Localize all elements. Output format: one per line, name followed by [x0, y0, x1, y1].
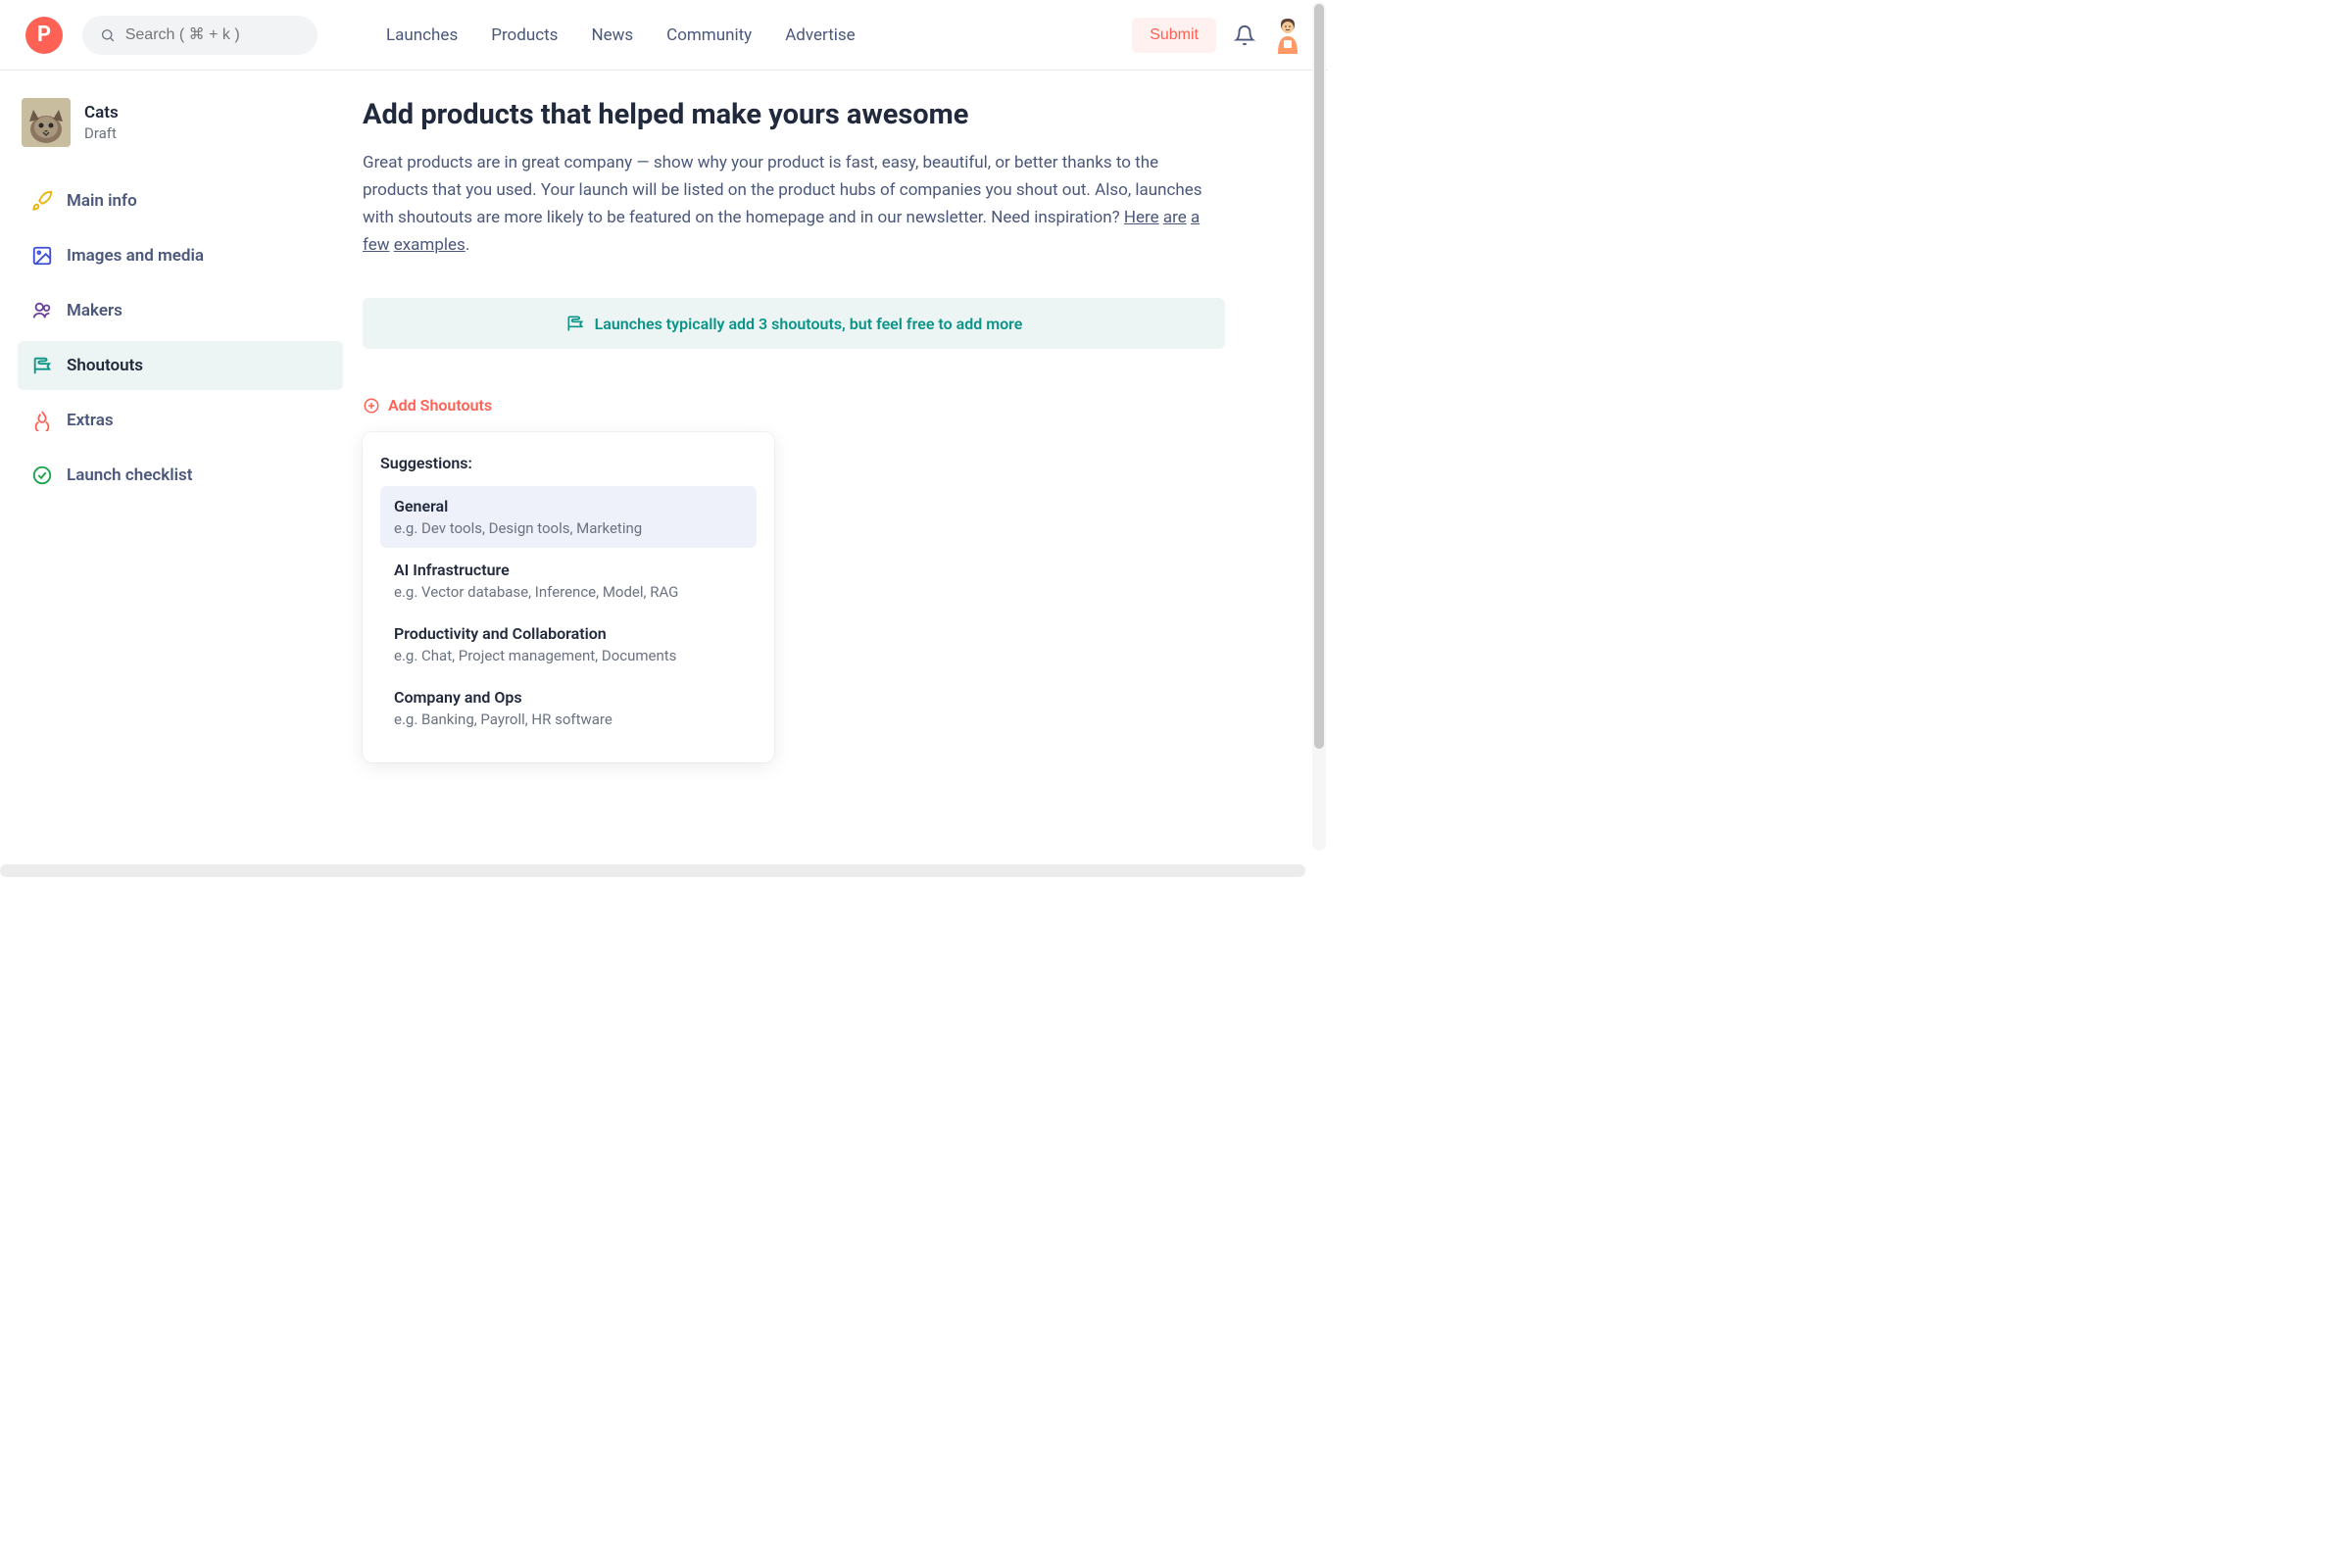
main-nav: Launches Products News Community Adverti…	[386, 25, 856, 45]
users-icon	[31, 300, 53, 321]
nav-products[interactable]: Products	[491, 25, 558, 45]
scrollbar-vertical[interactable]	[1312, 2, 1326, 851]
scrollbar-horizontal[interactable]	[0, 864, 1305, 877]
check-circle-icon	[31, 465, 53, 486]
sidebar-item-makers[interactable]: Makers	[18, 286, 343, 335]
product-status: Draft	[84, 124, 119, 142]
sidebar: Cats Draft Main info Images and media Ma…	[0, 98, 363, 762]
flag-icon	[565, 314, 585, 333]
image-icon	[31, 245, 53, 267]
product-thumbnail	[22, 98, 71, 147]
sidebar-item-label: Makers	[67, 301, 122, 320]
product-title: Cats	[84, 103, 119, 122]
submit-button[interactable]: Submit	[1132, 18, 1216, 53]
product-header: Cats Draft	[18, 98, 343, 147]
suggestion-name: AI Infrastructure	[394, 561, 743, 579]
rocket-icon	[31, 190, 53, 212]
suggestion-desc: e.g. Vector database, Inference, Model, …	[394, 583, 743, 601]
nav-news[interactable]: News	[591, 25, 633, 45]
nav-launches[interactable]: Launches	[386, 25, 458, 45]
sidebar-item-label: Shoutouts	[67, 356, 143, 375]
info-banner: Launches typically add 3 shoutouts, but …	[363, 298, 1225, 349]
suggestion-general[interactable]: General e.g. Dev tools, Design tools, Ma…	[380, 486, 757, 548]
suggestion-desc: e.g. Banking, Payroll, HR software	[394, 710, 743, 728]
suggestions-title: Suggestions:	[380, 454, 757, 472]
page-description: Great products are in great company — sh…	[363, 149, 1225, 259]
sidebar-item-label: Images and media	[67, 246, 204, 266]
avatar[interactable]	[1273, 17, 1302, 54]
suggestion-name: Company and Ops	[394, 688, 743, 707]
sidebar-item-images[interactable]: Images and media	[18, 231, 343, 280]
sidebar-item-label: Main info	[67, 191, 137, 211]
suggestion-company[interactable]: Company and Ops e.g. Banking, Payroll, H…	[380, 677, 757, 739]
search-input[interactable]	[125, 26, 300, 44]
suggestion-desc: e.g. Chat, Project management, Documents	[394, 647, 743, 664]
suggestions-card: Suggestions: General e.g. Dev tools, Des…	[363, 432, 774, 762]
page-title: Add products that helped make yours awes…	[363, 98, 1225, 131]
sidebar-item-label: Extras	[67, 411, 114, 430]
link-examples[interactable]: examples	[394, 235, 466, 255]
main: Add products that helped make yours awes…	[363, 98, 1264, 762]
bell-icon[interactable]	[1234, 24, 1255, 46]
search-box[interactable]	[82, 16, 318, 55]
suggestion-name: General	[394, 497, 743, 515]
nav-community[interactable]: Community	[666, 25, 752, 45]
sidebar-item-main-info[interactable]: Main info	[18, 176, 343, 225]
plus-circle-icon	[363, 397, 380, 415]
suggestion-name: Productivity and Collaboration	[394, 624, 743, 643]
suggestion-productivity[interactable]: Productivity and Collaboration e.g. Chat…	[380, 613, 757, 675]
sidebar-item-checklist[interactable]: Launch checklist	[18, 451, 343, 500]
side-nav: Main info Images and media Makers Shouto…	[18, 176, 343, 500]
header-right: Submit	[1132, 17, 1302, 54]
banner-text: Launches typically add 3 shoutouts, but …	[595, 315, 1023, 333]
header: P Launches Products News Community Adver…	[0, 0, 1328, 71]
link-a[interactable]: a	[1191, 208, 1200, 227]
sidebar-item-extras[interactable]: Extras	[18, 396, 343, 445]
logo[interactable]: P	[25, 17, 63, 54]
link-are[interactable]: are	[1163, 208, 1187, 227]
suggestion-desc: e.g. Dev tools, Design tools, Marketing	[394, 519, 743, 537]
flag-icon	[31, 355, 53, 376]
sidebar-item-shoutouts[interactable]: Shoutouts	[18, 341, 343, 390]
link-here[interactable]: Here	[1124, 208, 1159, 227]
fire-icon	[31, 410, 53, 431]
suggestion-ai[interactable]: AI Infrastructure e.g. Vector database, …	[380, 550, 757, 612]
search-icon	[100, 26, 116, 44]
sidebar-item-label: Launch checklist	[67, 466, 193, 485]
add-shoutouts-button[interactable]: Add Shoutouts	[363, 396, 1225, 415]
content: Cats Draft Main info Images and media Ma…	[0, 71, 1328, 762]
link-few[interactable]: few	[363, 235, 390, 255]
nav-advertise[interactable]: Advertise	[785, 25, 855, 45]
